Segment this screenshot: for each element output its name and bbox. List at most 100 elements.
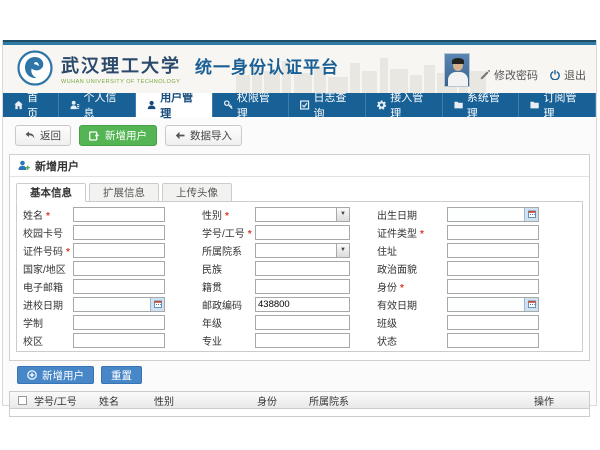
- student-id-input[interactable]: [256, 226, 349, 239]
- user-plus-icon: [18, 160, 30, 171]
- folder-icon: [530, 100, 539, 110]
- col-gender: 性别: [152, 393, 255, 408]
- email-input[interactable]: [74, 280, 164, 293]
- add-user-toolbar-button[interactable]: 新增用户: [79, 125, 157, 146]
- form-row: 进校日期 邮政编码 有效日期: [17, 295, 582, 313]
- avatar-body: [448, 72, 468, 87]
- name-input[interactable]: [74, 208, 164, 221]
- grade-input[interactable]: [256, 316, 349, 329]
- postal-code-field: [255, 297, 350, 312]
- field-label: 年级: [202, 315, 255, 330]
- id-type-field: [447, 225, 539, 240]
- field-label: 住址: [377, 243, 447, 258]
- field-label: 国家/地区: [17, 261, 73, 276]
- university-name-cn: 武汉理工大学: [61, 52, 181, 78]
- nav-item-user-management[interactable]: 用户管理: [136, 93, 213, 117]
- department-input[interactable]: [256, 244, 336, 257]
- valid-date-input[interactable]: [448, 298, 524, 311]
- nav-item-permission-management[interactable]: 权限管理: [213, 93, 290, 117]
- brand-block: 武汉理工大学 WUHAN UNIVERSITY OF TECHNOLOGY 统一…: [17, 50, 339, 86]
- add-user-icon: [89, 131, 100, 141]
- form-tabs: 基本信息 扩展信息 上传头像: [16, 183, 583, 202]
- required-star: *: [248, 229, 252, 240]
- avatar-hair: [452, 58, 464, 64]
- address-input[interactable]: [448, 244, 538, 257]
- calendar-icon[interactable]: [524, 208, 538, 221]
- tab-upload-avatar[interactable]: 上传头像: [162, 183, 232, 202]
- field-label: 身份*: [377, 279, 447, 294]
- field-label: 校园卡号: [17, 225, 73, 240]
- header: 武汉理工大学 WUHAN UNIVERSITY OF TECHNOLOGY 统一…: [3, 45, 596, 93]
- ethnicity-input[interactable]: [256, 262, 349, 275]
- field-label: 证件号码*: [17, 243, 73, 258]
- status-input[interactable]: [448, 334, 538, 347]
- email-field: [73, 279, 165, 294]
- field-label: 电子邮箱: [17, 279, 73, 294]
- campus-card-input[interactable]: [74, 226, 164, 239]
- nav-item-system-management[interactable]: 系统管理: [443, 93, 520, 117]
- back-label: 返回: [40, 128, 61, 143]
- study-length-field: [73, 315, 165, 330]
- birth-date-input[interactable]: [448, 208, 524, 221]
- chevron-down-icon[interactable]: ▼: [336, 244, 349, 257]
- field-label: 出生日期: [377, 207, 447, 222]
- change-password-link[interactable]: 修改密码: [480, 67, 538, 83]
- data-import-button[interactable]: 数据导入: [165, 125, 242, 146]
- entry-date-input[interactable]: [74, 298, 150, 311]
- user-avatar[interactable]: [444, 53, 470, 87]
- country-input[interactable]: [74, 262, 164, 275]
- form-row: 姓名* 性别* ▼ 出生日期: [17, 205, 582, 223]
- calendar-icon[interactable]: [524, 298, 538, 311]
- tab-extended-info[interactable]: 扩展信息: [89, 183, 159, 202]
- form-row: 证件号码* 所属院系 ▼ 住址: [17, 241, 582, 259]
- panel-header: 新增用户: [10, 155, 589, 177]
- gender-input[interactable]: [256, 208, 336, 221]
- select-all-cell: [10, 396, 32, 405]
- university-name-en: WUHAN UNIVERSITY OF TECHNOLOGY: [61, 79, 181, 85]
- id-type-input[interactable]: [448, 226, 538, 239]
- key-icon: [224, 100, 233, 110]
- nav-item-subscription-management[interactable]: 订阅管理: [519, 93, 596, 117]
- field-label: 籍贯: [202, 279, 255, 294]
- checklist-icon: [300, 100, 309, 110]
- ethnicity-field: [255, 261, 350, 276]
- power-icon: [550, 70, 560, 80]
- logout-link[interactable]: 退出: [550, 67, 586, 83]
- postal-code-input[interactable]: [256, 298, 349, 311]
- entry-date-field: [73, 297, 165, 312]
- back-button[interactable]: 返回: [15, 125, 71, 146]
- reset-button[interactable]: 重置: [101, 366, 142, 384]
- nav-label: 订阅管理: [544, 89, 584, 121]
- campus-card-field: [73, 225, 165, 240]
- native-place-input[interactable]: [256, 280, 349, 293]
- chevron-down-icon[interactable]: ▼: [336, 208, 349, 221]
- users-table: 学号/工号 姓名 性别 身份 所属院系 操作: [9, 391, 590, 417]
- users-icon: [147, 100, 156, 110]
- major-input[interactable]: [256, 334, 349, 347]
- field-label: 政治面貌: [377, 261, 447, 276]
- field-label: 进校日期: [17, 297, 73, 312]
- tab-label: 基本信息: [30, 185, 72, 200]
- submit-add-user-button[interactable]: 新增用户: [17, 366, 94, 384]
- nav-item-personal-info[interactable]: 个人信息: [59, 93, 136, 117]
- required-star: *: [225, 211, 229, 222]
- tab-basic-info[interactable]: 基本信息: [16, 183, 86, 202]
- identity-input[interactable]: [448, 280, 538, 293]
- identity-field: [447, 279, 539, 294]
- field-label: 专业: [202, 333, 255, 348]
- field-label: 所属院系: [202, 243, 255, 258]
- select-all-checkbox[interactable]: [18, 396, 27, 405]
- calendar-icon[interactable]: [150, 298, 164, 311]
- nav-item-home[interactable]: 首页: [3, 93, 59, 117]
- required-star: *: [66, 247, 70, 258]
- campus-input[interactable]: [74, 334, 164, 347]
- id-number-input[interactable]: [74, 244, 164, 257]
- study-length-input[interactable]: [74, 316, 164, 329]
- form-row: 校园卡号 学号/工号* 证件类型*: [17, 223, 582, 241]
- political-status-input[interactable]: [448, 262, 538, 275]
- field-label: 证件类型*: [377, 225, 447, 240]
- nav-item-access-management[interactable]: 接入管理: [366, 93, 443, 117]
- nav-item-log-query[interactable]: 日志查询: [289, 93, 366, 117]
- class-input[interactable]: [448, 316, 538, 329]
- panel-title: 新增用户: [35, 158, 79, 174]
